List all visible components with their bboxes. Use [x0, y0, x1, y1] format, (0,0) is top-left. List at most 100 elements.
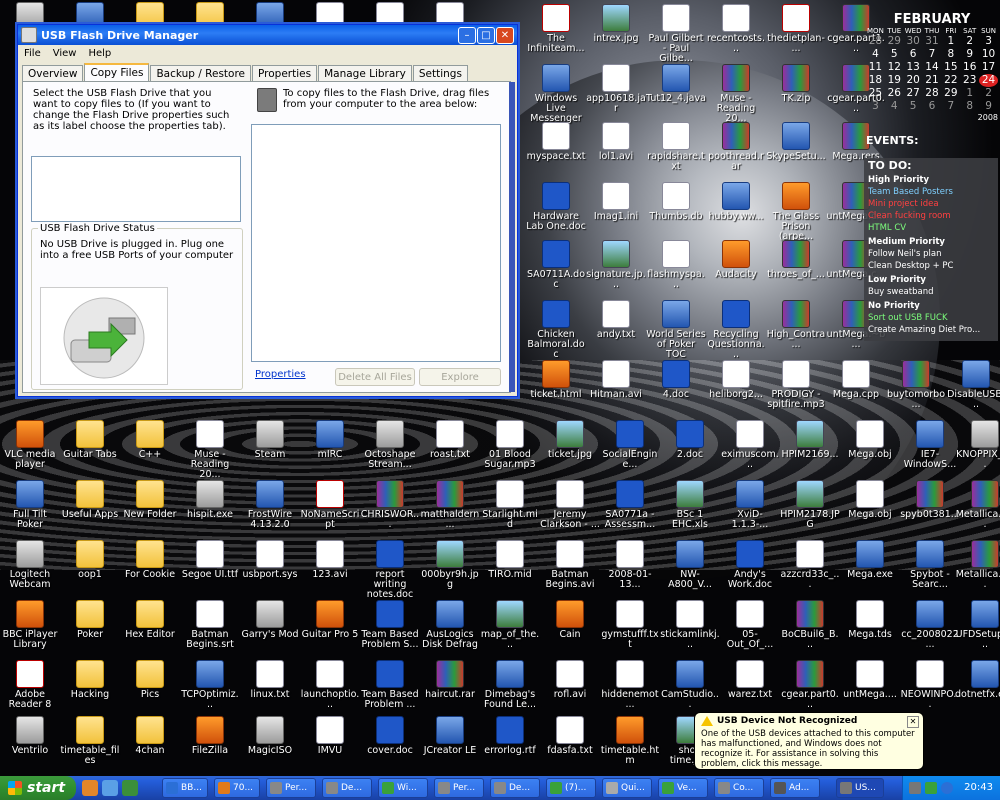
- desktop-icon[interactable]: BoCBuil6_B...: [780, 600, 840, 650]
- desktop-icon[interactable]: lol1.avi: [586, 122, 646, 162]
- calendar-day[interactable]: 25: [866, 87, 885, 100]
- calendar-day[interactable]: 1: [941, 35, 960, 48]
- desktop-icon[interactable]: flashmyspa...: [646, 240, 706, 290]
- desktop-icon[interactable]: Mega.tds: [840, 600, 900, 640]
- media-player-icon[interactable]: [122, 780, 138, 796]
- calendar-day[interactable]: 4: [885, 100, 904, 113]
- desktop-icon[interactable]: Ventrilo: [0, 716, 60, 756]
- calendar-day[interactable]: 6: [923, 100, 942, 113]
- taskbar-button[interactable]: (7)...: [546, 778, 596, 798]
- desktop-icon[interactable]: Mega.cpp: [826, 360, 886, 400]
- calendar-day[interactable]: 6: [904, 48, 923, 61]
- desktop-icon[interactable]: warez.txt: [720, 660, 780, 700]
- desktop-icon[interactable]: 123.avi: [300, 540, 360, 580]
- calendar-day[interactable]: 14: [923, 61, 942, 74]
- desktop-icon[interactable]: Steam: [240, 420, 300, 460]
- messenger-tray-icon[interactable]: [925, 782, 937, 794]
- desktop-icon[interactable]: report writing notes.doc: [360, 540, 420, 600]
- desktop-icon[interactable]: Team Based Problem S...: [360, 600, 420, 650]
- desktop-icon[interactable]: Mega.obj: [840, 420, 900, 460]
- desktop-icon[interactable]: TCPOptimiz...: [180, 660, 240, 710]
- desktop-icon[interactable]: JCreator LE: [420, 716, 480, 756]
- show-desktop-icon[interactable]: [102, 780, 118, 796]
- taskbar-button[interactable]: Wi...: [378, 778, 428, 798]
- desktop-icon[interactable]: roast.txt: [420, 420, 480, 460]
- desktop-icon[interactable]: SocialEngine...: [600, 420, 660, 470]
- desktop-icon[interactable]: TK.zip: [766, 64, 826, 104]
- desktop-icon[interactable]: Batman Begins.avi: [540, 540, 600, 590]
- desktop-icon[interactable]: CamStudio...: [660, 660, 720, 710]
- desktop-icon[interactable]: Cain: [540, 600, 600, 640]
- desktop-icon[interactable]: Hardware Lab One.doc: [526, 182, 586, 232]
- menu-help[interactable]: Help: [88, 48, 111, 59]
- calendar-day[interactable]: 18: [866, 74, 885, 87]
- desktop-icon[interactable]: Andy's Work.doc: [720, 540, 780, 590]
- desktop-icon[interactable]: CHRISWOR...: [360, 480, 420, 530]
- usb-not-recognized-balloon[interactable]: USB Device Not Recognized One of the USB…: [694, 712, 924, 770]
- drive-list[interactable]: [31, 156, 241, 222]
- calendar-day[interactable]: 4: [866, 48, 885, 61]
- calendar-day[interactable]: 21: [923, 74, 942, 87]
- start-button[interactable]: start: [0, 776, 76, 800]
- desktop-icon[interactable]: Muse - Reading 20...: [706, 64, 766, 124]
- desktop-icon[interactable]: recentcosts...: [706, 4, 766, 54]
- desktop-icon[interactable]: app10618.jar: [586, 64, 646, 114]
- desktop-icon[interactable]: Logitech Webcam: [0, 540, 60, 590]
- taskbar-button[interactable]: Qui...: [602, 778, 652, 798]
- desktop-icon[interactable]: Mega.obj: [840, 480, 900, 520]
- taskbar-button[interactable]: Co...: [714, 778, 764, 798]
- calendar-day[interactable]: 9: [979, 100, 998, 113]
- calendar-day[interactable]: 17: [979, 61, 998, 74]
- desktop-icon[interactable]: Mega.exe: [840, 540, 900, 580]
- calendar-day[interactable]: 28: [866, 35, 885, 48]
- desktop-icon[interactable]: usbport.sys: [240, 540, 300, 580]
- desktop-icon[interactable]: haircut.rar: [420, 660, 480, 700]
- desktop-icon[interactable]: hispit.exe: [180, 480, 240, 520]
- desktop-icon[interactable]: NEOWINPO...: [900, 660, 960, 710]
- calendar-day[interactable]: 19: [885, 74, 904, 87]
- calendar-day[interactable]: 11: [866, 61, 885, 74]
- desktop-icon[interactable]: C++: [120, 420, 180, 460]
- desktop-icon[interactable]: Octoshape Stream...: [360, 420, 420, 470]
- desktop-icon[interactable]: poothread.rar: [706, 122, 766, 172]
- calendar-day[interactable]: 8: [941, 48, 960, 61]
- desktop-icon[interactable]: For Cookie: [120, 540, 180, 580]
- calendar-day[interactable]: 9: [960, 48, 979, 61]
- desktop-icon[interactable]: Guitar Pro 5: [300, 600, 360, 640]
- taskbar-button[interactable]: Ve...: [658, 778, 708, 798]
- desktop-icon[interactable]: High_Contra...: [766, 300, 826, 350]
- desktop-icon[interactable]: HPIM2169...: [780, 420, 840, 460]
- desktop-icon[interactable]: rofl.avi: [540, 660, 600, 700]
- calendar-day[interactable]: 28: [923, 87, 942, 100]
- calendar-day[interactable]: 27: [904, 87, 923, 100]
- calendar-day[interactable]: 2: [960, 35, 979, 48]
- desktop-icon[interactable]: Batman Begins.srt: [180, 600, 240, 650]
- desktop-icon[interactable]: FileZilla: [180, 716, 240, 756]
- desktop-icon[interactable]: Thumbs.db: [646, 182, 706, 222]
- desktop-icon[interactable]: cgear.part0...: [780, 660, 840, 710]
- desktop-icon[interactable]: IMVU: [300, 716, 360, 756]
- desktop-icon[interactable]: stickamlinkj...: [660, 600, 720, 650]
- calendar-day[interactable]: 3: [979, 35, 998, 48]
- desktop-icon[interactable]: Full Tilt Poker: [0, 480, 60, 530]
- desktop-icon[interactable]: Hex Editor: [120, 600, 180, 640]
- desktop-icon[interactable]: DisableUSB...: [946, 360, 1000, 410]
- desktop-icon[interactable]: Recycling Questionna...: [706, 300, 766, 360]
- calendar-day[interactable]: 5: [885, 48, 904, 61]
- desktop-icon[interactable]: untMega....: [840, 660, 900, 700]
- desktop-icon[interactable]: New Folder: [120, 480, 180, 520]
- todo-item[interactable]: Clean Desktop + PC: [868, 260, 994, 272]
- usb-tray-icon[interactable]: [909, 782, 921, 794]
- todo-item[interactable]: Mini project idea: [868, 198, 994, 210]
- desktop-icon[interactable]: KNOPPIX_V...: [955, 420, 1000, 470]
- desktop-icon[interactable]: hubby.ww...: [706, 182, 766, 222]
- calendar-day[interactable]: 7: [923, 48, 942, 61]
- desktop-icon[interactable]: timetable.htm: [600, 716, 660, 766]
- desktop-icon[interactable]: Dimebag's Found Le...: [480, 660, 540, 710]
- todo-item[interactable]: HTML CV: [868, 222, 994, 234]
- menu-file[interactable]: File: [24, 48, 41, 59]
- desktop-icon[interactable]: Audacity: [706, 240, 766, 280]
- desktop-icon[interactable]: ticket.html: [526, 360, 586, 400]
- desktop-icon[interactable]: Metallica.w...: [955, 480, 1000, 530]
- desktop-icon[interactable]: 4chan: [120, 716, 180, 756]
